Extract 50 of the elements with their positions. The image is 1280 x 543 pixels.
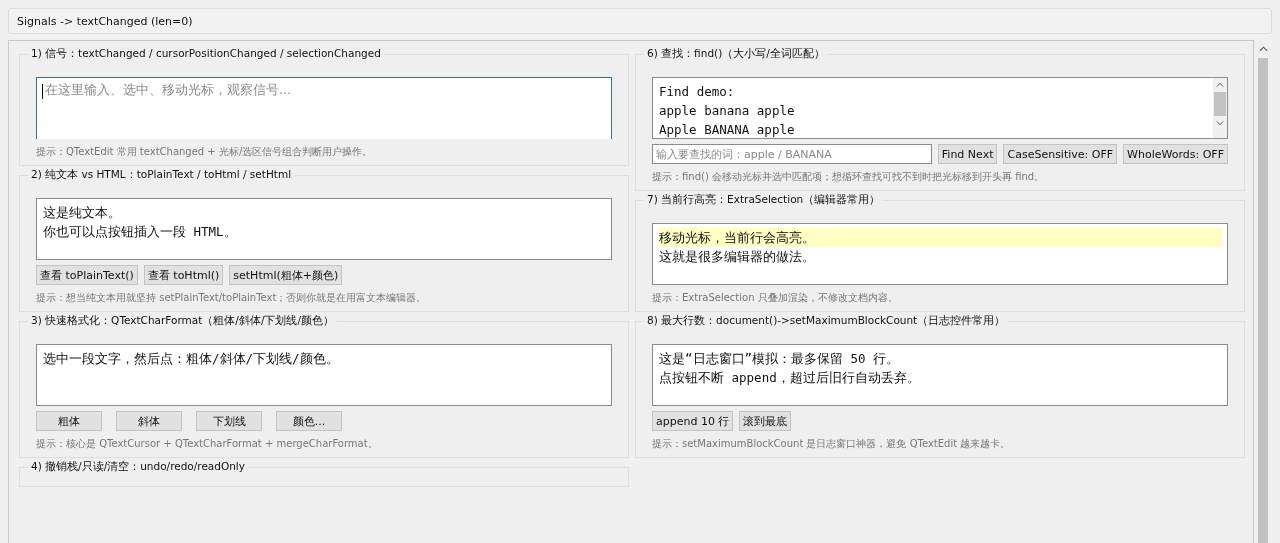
text-editor[interactable]: Find demo: apple banana apple Apple BANANA apple <box>652 77 1228 139</box>
group-title: 3) 快速格式化：QTextCharFormat（粗体/斜体/下划线/颜色） <box>30 314 335 328</box>
editor-line: Find demo: <box>658 83 736 101</box>
scrollbar-thumb[interactable] <box>1214 92 1226 116</box>
text-editor[interactable]: 这是纯文本。 你也可以点按钮插入一段 HTML。 <box>36 198 612 260</box>
action-button[interactable]: setHtml(粗体+颜色) <box>229 265 343 285</box>
toolbar-button[interactable]: Find Next <box>937 144 998 164</box>
scroll-up-icon[interactable] <box>1258 46 1268 52</box>
editor-line: 你也可以点按钮插入一段 HTML。 <box>42 223 238 241</box>
editor-line: 这是“日志窗口”模拟：最多保留 50 行。 <box>658 350 901 368</box>
search-field[interactable]: 输入要查找的词：apple / BANANA <box>652 144 932 164</box>
action-button[interactable]: 颜色... <box>276 411 342 431</box>
hint-text: 提示：setMaximumBlockCount 是日志窗口神器，避免 QTextEdit 越来越卡。 <box>652 437 1012 451</box>
scrollbar-thumb[interactable] <box>1258 58 1268 543</box>
group-title: 8) 最大行数：document()->setMaximumBlockCount（日志控件常用） <box>646 314 1007 328</box>
scroll-down-icon[interactable] <box>1216 120 1224 126</box>
group-title: 6) 查找：find()（大小写/全词匹配） <box>646 47 826 61</box>
action-button[interactable]: 斜体 <box>116 411 182 431</box>
action-button[interactable]: 查看 toPlainText() <box>36 265 138 285</box>
scrollbar[interactable] <box>1213 78 1227 138</box>
action-button[interactable]: 查看 toHtml() <box>143 265 224 285</box>
action-button[interactable]: 下划线 <box>196 411 262 431</box>
scroll-up-icon[interactable] <box>1216 82 1224 88</box>
editor-line: Apple BANANA apple <box>658 121 796 138</box>
group-title: 4) 撤销栈/只读/清空：undo/redo/readOnly <box>30 460 246 474</box>
action-button[interactable]: append 10 行 <box>652 411 734 431</box>
hint-text: 提示：find() 会移动光标并选中匹配项；想循环查找可找不到时把光标移到开头再 find。 <box>652 170 1046 184</box>
editor-line: 这是纯文本。 <box>42 204 122 222</box>
status-label: Signals -> textChanged (len=0) <box>17 14 193 28</box>
hint-text: 提示：核心是 QTextCursor + QTextCharFormat + mergeCharFormat。 <box>36 437 379 451</box>
action-button[interactable]: 滚到最底 <box>739 411 792 431</box>
group-title: 1) 信号：textChanged / cursorPositionChanged / selectionChanged <box>30 47 382 61</box>
hint-text: 提示：想当纯文本用就坚持 setPlainText/toPlainText；否则你就是在用富文本编辑器。 <box>36 291 428 305</box>
toolbar-button[interactable]: CaseSensitive: OFF <box>1003 144 1118 164</box>
text-editor[interactable]: 在这里输入、选中、移动光标，观察信号... <box>36 77 612 139</box>
text-editor[interactable]: 移动光标，当前行会高亮。 这就是很多编辑器的做法。 <box>652 223 1228 285</box>
editor-line: 点按钮不断 append，超过后旧行自动丢弃。 <box>658 369 921 387</box>
hint-text: 提示：ExtraSelection 只叠加渲染，不修改文档内容。 <box>652 291 899 305</box>
text-editor[interactable]: 选中一段文字，然后点：粗体/斜体/下划线/颜色。 <box>36 344 612 406</box>
text-cursor <box>42 84 43 99</box>
editor-placeholder: 在这里输入、选中、移动光标，观察信号... <box>45 82 291 99</box>
text-editor[interactable]: 这是“日志窗口”模拟：最多保留 50 行。 点按钮不断 append，超过后旧行自动丢弃。 <box>652 344 1228 406</box>
group-title: 2) 纯文本 vs HTML：toPlainText / toHtml / setHtml <box>30 168 293 182</box>
editor-line: 选中一段文字，然后点：粗体/斜体/下划线/颜色。 <box>42 350 340 368</box>
action-button[interactable]: 粗体 <box>36 411 102 431</box>
toolbar-button[interactable]: WholeWords: OFF <box>1123 144 1228 164</box>
group-title: 7) 当前行高亮：ExtraSelection（编辑器常用） <box>646 193 882 207</box>
hint-text: 提示：QTextEdit 常用 textChanged + 光标/选区信号组合判断用户操作。 <box>36 145 374 159</box>
editor-line: apple banana apple <box>658 102 796 120</box>
editor-line: 这就是很多编辑器的做法。 <box>658 248 816 266</box>
